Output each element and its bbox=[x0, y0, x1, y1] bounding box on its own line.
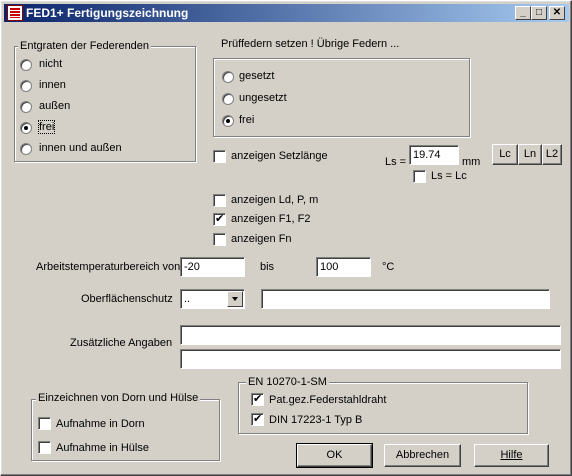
additional-line2-input[interactable] bbox=[180, 349, 561, 369]
din-17223-checkbox[interactable] bbox=[251, 412, 264, 426]
federstahldraht-checkbox[interactable] bbox=[251, 392, 264, 406]
anzeigen-ld-label: anzeigen Ld, P, m bbox=[231, 194, 319, 206]
temperature-to-label: bis bbox=[260, 261, 275, 273]
temperature-unit: °C bbox=[382, 261, 395, 273]
maximize-button[interactable]: □ bbox=[531, 6, 547, 20]
entgraten-radio-innen-und-aussen[interactable] bbox=[20, 143, 32, 155]
ln-button[interactable]: Ln bbox=[518, 144, 542, 165]
dialog-window: FED1+ Fertigungszeichnung _ □ ✕ Entgrate… bbox=[0, 0, 572, 476]
setzlaenge-checkbox[interactable] bbox=[213, 150, 226, 163]
pruef-radio-ungesetzt[interactable] bbox=[222, 93, 234, 105]
ok-button[interactable]: OK bbox=[296, 443, 373, 468]
anzeigen-f1f2-checkbox[interactable] bbox=[213, 212, 226, 226]
entgraten-radio-aussen[interactable] bbox=[20, 101, 32, 113]
norm-group bbox=[238, 382, 528, 434]
anzeigen-f1f2-label: anzeigen F1, F2 bbox=[231, 213, 311, 225]
entgraten-label-aussen: außen bbox=[39, 100, 71, 112]
additional-line1-input[interactable] bbox=[180, 325, 561, 345]
pruef-label-ungesetzt: ungesetzt bbox=[239, 92, 287, 104]
ls-label: Ls = bbox=[385, 156, 407, 168]
ls-eq-lc-label: Ls = Lc bbox=[431, 170, 467, 182]
norm-group-label: EN 10270-1-SM bbox=[246, 376, 329, 388]
window-title: FED1+ Fertigungszeichnung bbox=[26, 6, 189, 20]
pruef-label-gesetzt: gesetzt bbox=[239, 70, 275, 82]
aufnahme-dorn-label: Aufnahme in Dorn bbox=[56, 418, 145, 430]
pruef-radio-frei[interactable] bbox=[222, 115, 234, 127]
pruef-label-frei: frei bbox=[239, 114, 255, 126]
anzeigen-ld-checkbox[interactable] bbox=[213, 194, 226, 207]
cancel-button[interactable]: Abbrechen bbox=[384, 444, 461, 467]
temperature-from-input[interactable]: -20 bbox=[180, 257, 245, 277]
aufnahme-huelse-checkbox[interactable] bbox=[38, 441, 51, 454]
surface-select-value: .. bbox=[184, 293, 191, 305]
entgraten-label-innen-und-aussen: innen und außen bbox=[39, 142, 122, 154]
minimize-button[interactable]: _ bbox=[515, 6, 531, 20]
einzeichnen-group-label: Einzeichnen von Dorn und Hülse bbox=[36, 392, 201, 404]
entgraten-label-frei: frei bbox=[37, 120, 56, 134]
setzlaenge-label: anzeigen Setzlänge bbox=[231, 150, 328, 162]
entgraten-radio-innen[interactable] bbox=[20, 80, 32, 92]
temperature-label: Arbeitstemperaturbereich von bbox=[36, 261, 181, 273]
title-bar[interactable]: FED1+ Fertigungszeichnung _ □ ✕ bbox=[4, 4, 569, 22]
surface-label: Oberflächenschutz bbox=[81, 293, 173, 305]
lc-button[interactable]: Lc bbox=[492, 144, 518, 165]
pruef-radio-gesetzt[interactable] bbox=[222, 71, 234, 83]
entgraten-label-innen: innen bbox=[39, 79, 66, 91]
chevron-down-icon[interactable] bbox=[227, 291, 243, 307]
aufnahme-dorn-checkbox[interactable] bbox=[38, 417, 51, 430]
aufnahme-huelse-label: Aufnahme in Hülse bbox=[56, 442, 149, 454]
entgraten-group-label: Entgraten der Federenden bbox=[18, 40, 152, 52]
l2-button[interactable]: L2 bbox=[542, 144, 562, 165]
entgraten-radio-nicht[interactable] bbox=[20, 59, 32, 71]
anzeigen-fn-checkbox[interactable] bbox=[213, 233, 226, 246]
pruef-header: Prüffedern setzen ! Übrige Federn ... bbox=[221, 38, 400, 50]
close-button[interactable]: ✕ bbox=[549, 6, 565, 20]
ls-unit: mm bbox=[462, 156, 481, 168]
din-17223-label: DIN 17223-1 Typ B bbox=[269, 414, 363, 426]
temperature-to-input[interactable]: 100 bbox=[316, 257, 371, 277]
help-button[interactable]: Hilfe bbox=[474, 444, 549, 467]
entgraten-label-nicht: nicht bbox=[39, 58, 63, 70]
ls-input[interactable]: 19.74 bbox=[409, 145, 459, 165]
entgraten-radio-frei[interactable] bbox=[20, 122, 32, 134]
federstahldraht-label: Pat.gez.Federstahldraht bbox=[269, 394, 387, 406]
spring-app-icon bbox=[7, 5, 23, 21]
additional-label: Zusätzliche Angaben bbox=[70, 337, 173, 349]
ls-eq-lc-checkbox[interactable] bbox=[413, 170, 426, 183]
surface-text-input[interactable] bbox=[261, 289, 550, 309]
anzeigen-fn-label: anzeigen Fn bbox=[231, 233, 292, 245]
